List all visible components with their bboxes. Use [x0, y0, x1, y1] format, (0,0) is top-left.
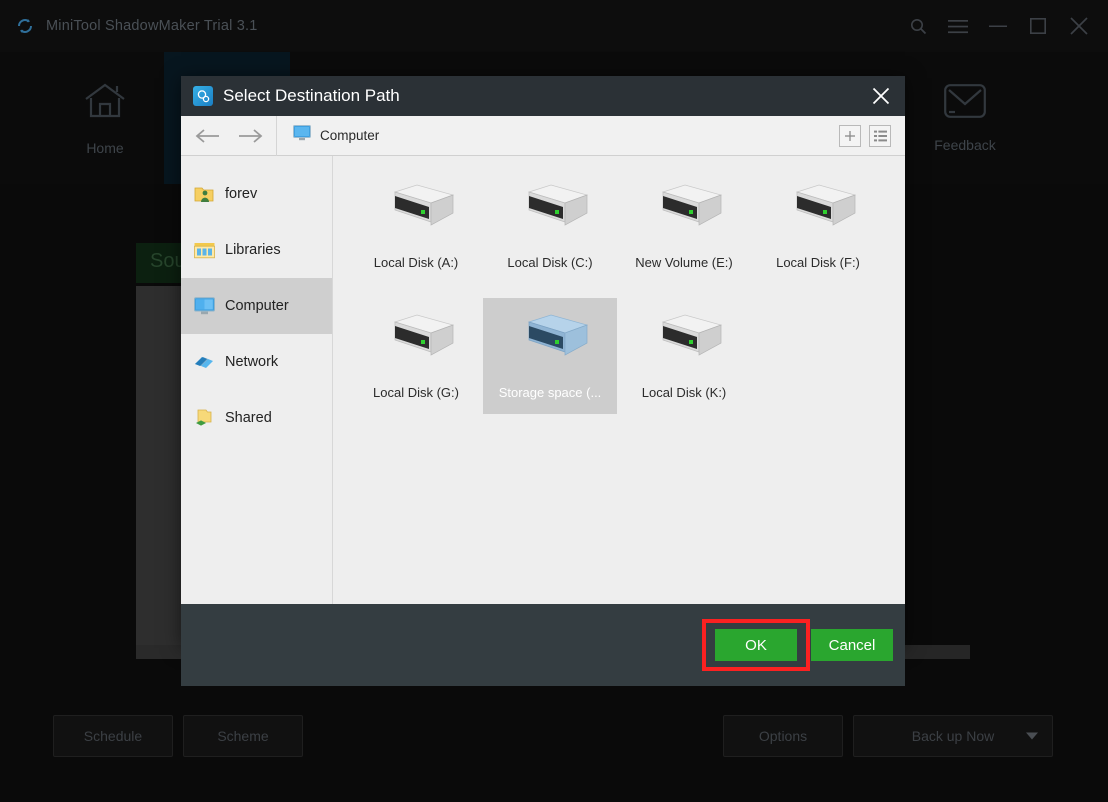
app-titlebar: MiniTool ShadowMaker Trial 3.1: [0, 0, 1108, 52]
drive-item-local-disk-f[interactable]: Local Disk (F:): [751, 168, 885, 284]
computer-icon: [293, 125, 311, 146]
drive-label: Local Disk (K:): [641, 385, 727, 400]
computer-icon: [193, 295, 215, 317]
navigation-arrows: [181, 115, 277, 156]
drive-label: Storage space (...: [498, 385, 602, 400]
drive-item-local-disk-g[interactable]: Local Disk (G:): [349, 298, 483, 414]
select-destination-path-dialog: Select Destination Path Computer forev L…: [181, 76, 905, 686]
hard-drive-icon: [645, 312, 723, 369]
hard-drive-icon: [645, 182, 723, 239]
libraries-icon: [193, 239, 215, 261]
drive-grid: Local Disk (A:) Local Disk (C:) New Volu…: [333, 156, 905, 604]
window-controls: [898, 0, 1108, 52]
storage-space-icon: [511, 312, 589, 369]
destination-path-icon: [193, 86, 213, 106]
sidebar-item-libraries[interactable]: Libraries: [181, 222, 332, 278]
sidebar-item-libraries-label: Libraries: [225, 242, 281, 258]
options-button[interactable]: Options: [723, 715, 843, 757]
drive-label: Local Disk (C:): [507, 255, 593, 270]
drive-label: New Volume (E:): [635, 255, 733, 270]
nav-item-home[interactable]: Home: [40, 52, 170, 184]
hard-drive-icon: [377, 182, 455, 239]
drive-item-new-volume-e[interactable]: New Volume (E:): [617, 168, 751, 284]
app-title: MiniTool ShadowMaker Trial 3.1: [46, 18, 258, 34]
dialog-footer: OK Cancel: [181, 604, 905, 686]
back-up-now-label: Back up Now: [911, 728, 995, 744]
nav-item-feedback[interactable]: Feedback: [900, 52, 1030, 184]
hard-drive-icon: [511, 182, 589, 239]
sidebar-item-shared[interactable]: Shared: [181, 390, 332, 446]
menu-icon[interactable]: [938, 0, 978, 52]
shadowmaker-logo-icon: [14, 15, 36, 37]
back-arrow-icon[interactable]: [195, 128, 221, 144]
sidebar-item-shared-label: Shared: [225, 410, 272, 426]
cancel-button[interactable]: Cancel: [811, 629, 893, 661]
sidebar-item-computer[interactable]: Computer: [181, 278, 332, 334]
drive-label: Local Disk (F:): [776, 255, 860, 270]
breadcrumb: Computer: [181, 115, 905, 156]
drive-item-local-disk-k[interactable]: Local Disk (K:): [617, 298, 751, 414]
new-folder-button[interactable]: [839, 124, 861, 147]
drive-label: Local Disk (A:): [373, 255, 459, 270]
dialog-sidebar: forev Libraries Computer Network Shared: [181, 156, 333, 604]
drive-item-storage-space[interactable]: Storage space (...: [483, 298, 617, 414]
sidebar-item-computer-label: Computer: [225, 298, 289, 314]
back-up-now-button[interactable]: Back up Now: [853, 715, 1053, 757]
dialog-titlebar: Select Destination Path: [181, 76, 905, 116]
dialog-title: Select Destination Path: [223, 86, 400, 105]
maximize-icon[interactable]: [1018, 0, 1058, 52]
nav-item-feedback-label: Feedback: [934, 136, 996, 153]
sidebar-item-forev-label: forev: [225, 186, 258, 202]
home-icon: [82, 81, 128, 126]
minimize-icon[interactable]: [978, 0, 1018, 52]
dialog-body: forev Libraries Computer Network Shared …: [181, 156, 905, 604]
hard-drive-icon: [779, 182, 857, 239]
search-icon[interactable]: [898, 0, 938, 52]
drive-label: Local Disk (G:): [373, 385, 459, 400]
chevron-down-icon[interactable]: [1026, 732, 1038, 740]
dialog-close-icon[interactable]: [857, 76, 905, 116]
sidebar-item-network[interactable]: Network: [181, 334, 332, 390]
sidebar-item-forev[interactable]: forev: [181, 166, 332, 222]
scheme-button[interactable]: Scheme: [183, 715, 303, 757]
shared-folder-icon: [193, 407, 215, 429]
sidebar-item-network-label: Network: [225, 354, 279, 370]
ok-button[interactable]: OK: [715, 629, 797, 661]
list-view-button[interactable]: [869, 124, 891, 147]
drive-item-local-disk-a[interactable]: Local Disk (A:): [349, 168, 483, 284]
schedule-button[interactable]: Schedule: [53, 715, 173, 757]
forward-arrow-icon[interactable]: [237, 128, 263, 144]
nav-item-home-label: Home: [86, 139, 124, 156]
close-icon[interactable]: [1058, 0, 1108, 52]
network-icon: [193, 351, 215, 373]
breadcrumb-tools: [839, 124, 891, 147]
breadcrumb-label: Computer: [320, 128, 380, 143]
drive-item-local-disk-c[interactable]: Local Disk (C:): [483, 168, 617, 284]
hard-drive-icon: [377, 312, 455, 369]
ok-button-wrapper: OK: [702, 619, 810, 671]
user-folder-icon: [193, 183, 215, 205]
breadcrumb-path[interactable]: Computer: [293, 125, 379, 146]
envelope-icon: [944, 83, 986, 123]
